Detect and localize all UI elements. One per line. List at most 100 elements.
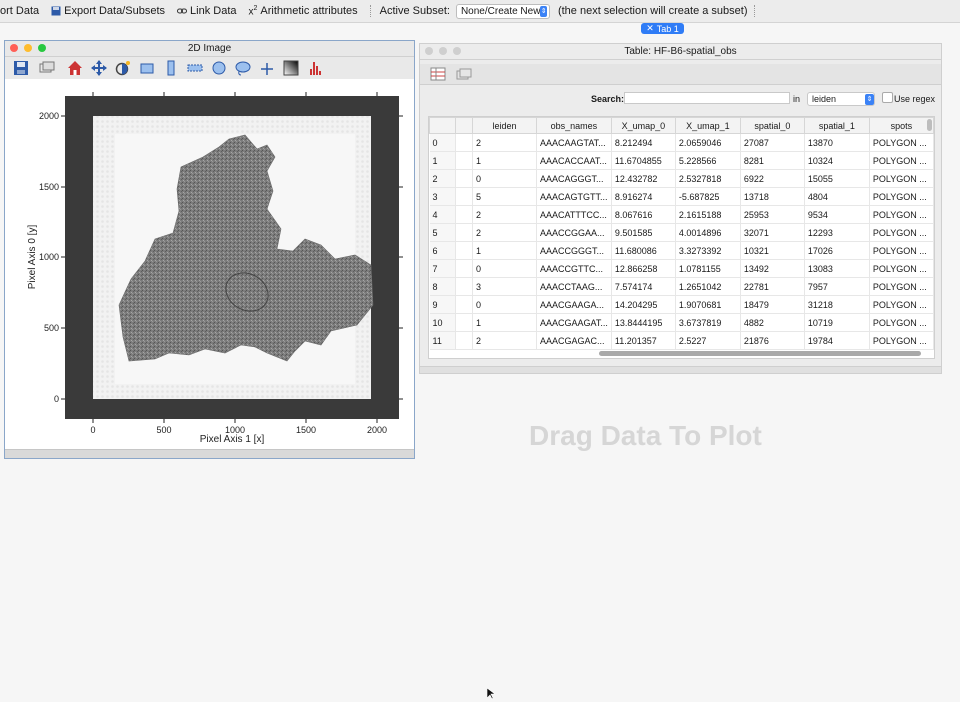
- column-header[interactable]: X_umap_1: [674, 117, 741, 134]
- maximize-window-button[interactable]: [38, 44, 46, 52]
- colormap-button[interactable]: [279, 58, 303, 78]
- table-cell[interactable]: 17026: [804, 241, 870, 260]
- close-window-button[interactable]: [10, 44, 18, 52]
- table-cell[interactable]: 11.680086: [611, 241, 676, 260]
- table-cell[interactable]: POLYGON ...: [869, 277, 934, 296]
- table-cell[interactable]: 1.9070681: [675, 295, 741, 314]
- table-cell[interactable]: 4882: [740, 313, 805, 332]
- table-cell[interactable]: 1: [472, 313, 537, 332]
- table-row[interactable]: 8 3 AAACCTAAG... 7.574174 1.2651042 22781 7957…: [429, 277, 934, 296]
- row-select-cell[interactable]: [455, 205, 473, 224]
- table-cell[interactable]: 32071: [740, 223, 805, 242]
- table-cell[interactable]: POLYGON ...: [869, 313, 934, 332]
- minimize-window-button[interactable]: [24, 44, 32, 52]
- table-cell[interactable]: AAACCGGAA...: [536, 223, 612, 242]
- close-window-button[interactable]: [425, 47, 433, 55]
- table-cell[interactable]: AAACAAGTAT...: [536, 133, 612, 152]
- table-cell[interactable]: 13492: [740, 259, 805, 278]
- table-cell[interactable]: -5.687825: [675, 187, 741, 206]
- table-row[interactable]: 10 1 AAACGAAGAT... 13.8444195 3.6737819 4882 1…: [429, 313, 934, 332]
- table-cell[interactable]: 8.212494: [611, 133, 676, 152]
- row-select-cell[interactable]: [455, 223, 473, 242]
- table-cell[interactable]: 9534: [804, 205, 870, 224]
- row-select-cell[interactable]: [455, 187, 473, 206]
- table-cell[interactable]: 4.0014896: [675, 223, 741, 242]
- table-cell[interactable]: 19784: [804, 331, 870, 350]
- table-cell[interactable]: 13083: [804, 259, 870, 278]
- table-cell[interactable]: POLYGON ...: [869, 331, 934, 350]
- table-cell[interactable]: 2.1615188: [675, 205, 741, 224]
- minimize-window-button[interactable]: [439, 47, 447, 55]
- table-cell[interactable]: AAACGAGAC...: [536, 331, 612, 350]
- table-cell[interactable]: 13718: [740, 187, 805, 206]
- table-row[interactable]: 2 0 AAACAGGGT... 12.432782 2.5327818 6922 1505…: [429, 169, 934, 188]
- table-cell[interactable]: POLYGON ...: [869, 241, 934, 260]
- table-cell[interactable]: 12293: [804, 223, 870, 242]
- tab-close-icon[interactable]: ✕: [646, 23, 654, 34]
- column-header[interactable]: spots: [868, 117, 934, 134]
- table-cell[interactable]: AAACGAAGA...: [536, 295, 612, 314]
- table-row[interactable]: 11 2 AAACGAGAC... 11.201357 2.5227 21876 19784…: [429, 331, 934, 350]
- table-cell[interactable]: 5.228566: [675, 151, 741, 170]
- home-button[interactable]: [63, 58, 87, 78]
- table-row[interactable]: 1 1 AAACACCAAT... 11.6704855 5.228566 8281 103…: [429, 151, 934, 170]
- pan-button[interactable]: [87, 58, 111, 78]
- table-cell[interactable]: 27087: [740, 133, 805, 152]
- table-cell[interactable]: 2.5327818: [675, 169, 741, 188]
- search-input[interactable]: [624, 92, 790, 104]
- table-cell[interactable]: 11.6704855: [611, 151, 676, 170]
- table-row[interactable]: 4 2 AAACATTTCC... 8.067616 2.1615188 25953 953…: [429, 205, 934, 224]
- table-cell[interactable]: 1.2651042: [675, 277, 741, 296]
- table-row[interactable]: 6 1 AAACCGGGT... 11.680086 3.3273392 10321 170…: [429, 241, 934, 260]
- table-cell[interactable]: 13870: [804, 133, 870, 152]
- column-header[interactable]: obs_names: [536, 117, 612, 134]
- table-cell[interactable]: 14.204295: [611, 295, 676, 314]
- export-subsets-button[interactable]: Export Data/Subsets: [51, 5, 165, 17]
- row-select-cell[interactable]: [455, 169, 473, 188]
- table-cell[interactable]: 11.201357: [611, 331, 676, 350]
- profile-button[interactable]: [255, 58, 279, 78]
- table-cell[interactable]: 12.432782: [611, 169, 676, 188]
- table-row[interactable]: 9 0 AAACGAAGA... 14.204295 1.9070681 18479 312…: [429, 295, 934, 314]
- circle-select-button[interactable]: [207, 58, 231, 78]
- table-cell[interactable]: 3.3273392: [675, 241, 741, 260]
- table-cell[interactable]: 0: [472, 259, 537, 278]
- table-cell[interactable]: POLYGON ...: [869, 187, 934, 206]
- table-cell[interactable]: POLYGON ...: [869, 259, 934, 278]
- table-cell[interactable]: 21876: [740, 331, 805, 350]
- link-data-button[interactable]: Link Data: [177, 5, 237, 17]
- table-cell[interactable]: 1: [472, 241, 537, 260]
- vertical-scrollbar[interactable]: [927, 119, 932, 131]
- table-cell[interactable]: 31218: [804, 295, 870, 314]
- table-cell[interactable]: POLYGON ...: [869, 295, 934, 314]
- column-header[interactable]: spatial_1: [803, 117, 870, 134]
- histogram-button[interactable]: [303, 58, 327, 78]
- table-layers-button[interactable]: [450, 64, 480, 84]
- row-select-cell[interactable]: [455, 331, 473, 350]
- search-column-select[interactable]: leiden ⇕: [807, 92, 875, 106]
- table-cell[interactable]: POLYGON ...: [869, 133, 934, 152]
- table-cell[interactable]: 2: [472, 205, 537, 224]
- table-row[interactable]: 7 0 AAACCGTTC... 12.866258 1.0781155 13492 130…: [429, 259, 934, 278]
- table-cell[interactable]: 10321: [740, 241, 805, 260]
- table-cell[interactable]: 9.501585: [611, 223, 676, 242]
- table-cell[interactable]: POLYGON ...: [869, 169, 934, 188]
- rect-select-button[interactable]: [135, 58, 159, 78]
- column-header[interactable]: spatial_0: [739, 117, 805, 134]
- active-subset-select[interactable]: None/Create New ⇕: [455, 3, 550, 19]
- table-cell[interactable]: 18479: [740, 295, 805, 314]
- table-cell[interactable]: 6922: [740, 169, 805, 188]
- row-select-cell[interactable]: [455, 241, 473, 260]
- table-cell[interactable]: 10719: [804, 313, 870, 332]
- row-select-cell[interactable]: [455, 259, 473, 278]
- table-cell[interactable]: 1: [472, 151, 537, 170]
- table-cell[interactable]: 4804: [804, 187, 870, 206]
- table-cell[interactable]: 8.916274: [611, 187, 676, 206]
- contrast-button[interactable]: [111, 58, 135, 78]
- table-cell[interactable]: 2: [472, 223, 537, 242]
- table-cell[interactable]: AAACCGTTC...: [536, 259, 612, 278]
- table-cell[interactable]: 2.5227: [675, 331, 741, 350]
- table-cell[interactable]: 15055: [804, 169, 870, 188]
- table-cell[interactable]: 12.866258: [611, 259, 676, 278]
- export-data-button[interactable]: ort Data: [0, 5, 39, 17]
